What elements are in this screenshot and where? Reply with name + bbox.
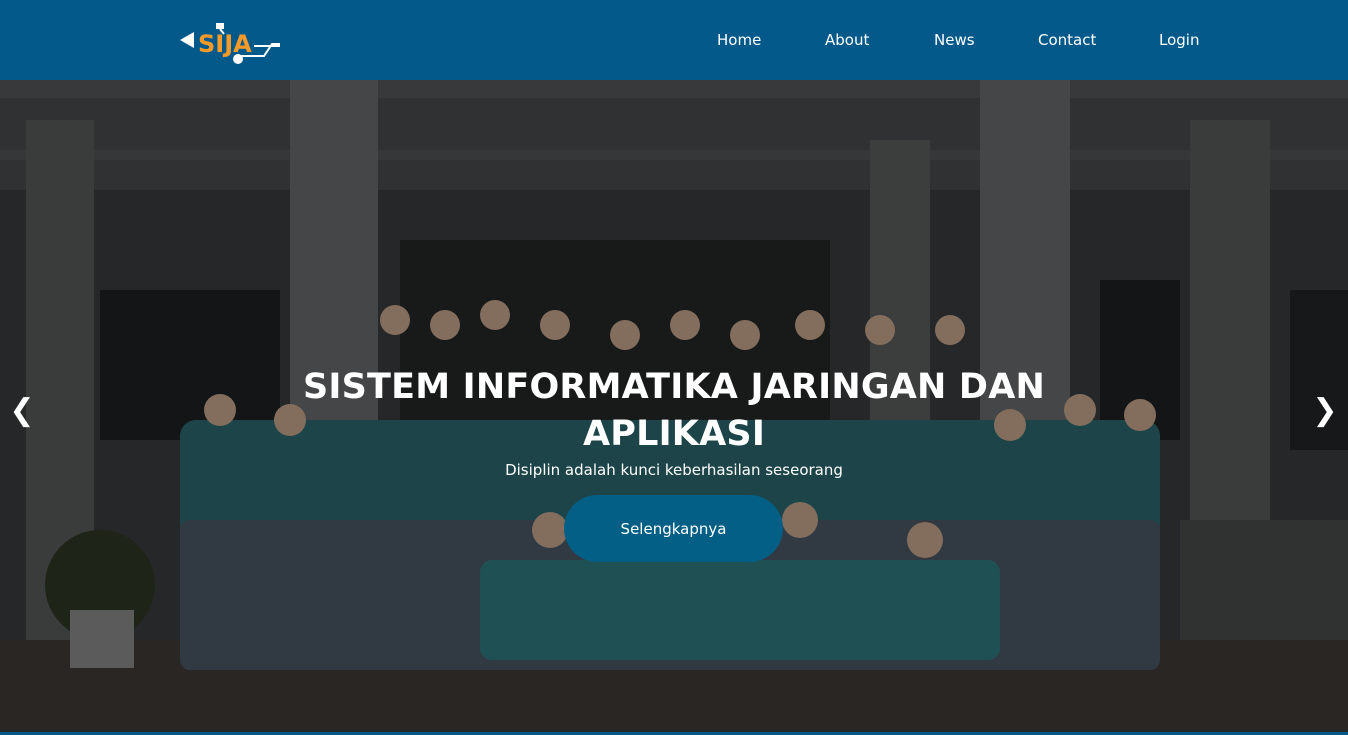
nav-login[interactable]: Login xyxy=(1159,30,1199,50)
selengkapnya-button[interactable]: Selengkapnya xyxy=(564,495,783,562)
prev-slide-icon[interactable]: ❮ xyxy=(7,393,37,429)
hero-carousel: SISTEM INFORMATIKA JARINGAN DAN APLIKASI… xyxy=(0,80,1348,735)
nav-menu: Home About News Contact Login xyxy=(0,0,1348,80)
hero-subtitle: Disiplin adalah kunci keberhasilan seseo… xyxy=(505,461,843,479)
nav-contact[interactable]: Contact xyxy=(1038,30,1096,50)
next-slide-icon[interactable]: ❯ xyxy=(1310,393,1340,429)
navbar: SIJA Home About News Contact Login xyxy=(0,0,1348,80)
hero-title: SISTEM INFORMATIKA JARINGAN DAN APLIKASI xyxy=(274,364,1074,458)
hero-title-line2: APLIKASI xyxy=(582,414,766,454)
hero-title-line1: SISTEM INFORMATIKA JARINGAN DAN xyxy=(303,367,1045,407)
nav-about[interactable]: About xyxy=(825,30,869,50)
nav-home[interactable]: Home xyxy=(717,30,761,50)
nav-news[interactable]: News xyxy=(934,30,975,50)
